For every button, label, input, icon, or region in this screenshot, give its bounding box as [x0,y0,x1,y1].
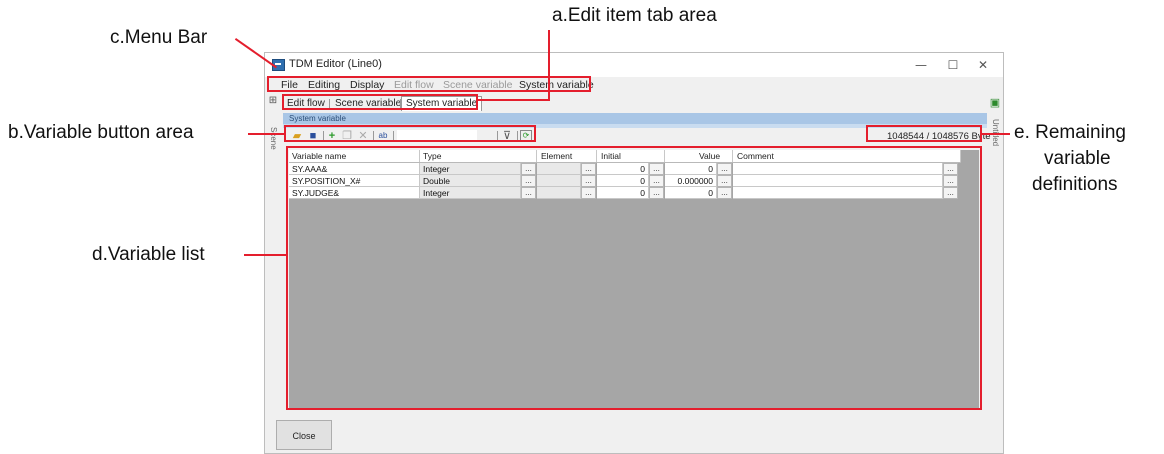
delete-icon[interactable]: ✕ [357,130,369,142]
header-variable-name[interactable]: Variable name [289,150,420,162]
toolbar-divider [517,131,518,141]
variable-list-leader [244,254,286,256]
menu-display[interactable]: Display [350,79,384,91]
header-element[interactable]: Element [537,150,597,162]
variable-toolbar: ▰ ■ + ❐ ✕ ab ⊽ ⟳ 1048544 / 1048576 Byte [283,128,991,144]
scene-side-label[interactable]: Scene [269,127,278,150]
initial-ellipsis-button[interactable]: ... [649,175,664,187]
header-value[interactable]: Value [665,150,733,162]
value-ellipsis-button[interactable]: ... [717,175,732,187]
cell-type[interactable]: Integer [420,163,521,175]
right-side-strip: ▣ Untitled [987,97,1003,397]
tab-scene-variable[interactable]: Scene variable [331,97,405,111]
cell-value[interactable]: 0 [665,163,717,175]
open-folder-icon[interactable]: ▰ [291,130,303,142]
find-replace-icon[interactable]: ab [377,130,389,142]
comment-ellipsis-button[interactable]: ... [943,163,958,175]
value-ellipsis-button[interactable]: ... [717,187,732,199]
title-bar: TDM Editor (Line0) — ☐ ✕ [265,53,1003,77]
comment-ellipsis-button[interactable]: ... [943,187,958,199]
maximize-button[interactable]: ☐ [941,56,965,74]
tab-divider [329,99,330,109]
table-row[interactable]: SY.POSITION_X# Double ... ... 0 ... 0.00… [289,175,961,187]
cell-comment[interactable] [733,175,943,187]
toolbar-divider [323,131,324,141]
type-ellipsis-button[interactable]: ... [521,163,536,175]
cell-type[interactable]: Integer [420,187,521,199]
cell-element[interactable] [537,175,581,187]
remaining-leader [982,133,1010,135]
remaining-bytes: 1048544 / 1048576 Byte [887,131,991,142]
table-row[interactable]: SY.AAA& Integer ... ... 0 ... 0 ... ... [289,163,961,175]
menu-file[interactable]: File [281,79,298,91]
close-button[interactable]: Close [276,420,332,450]
header-comment[interactable]: Comment [733,150,961,162]
refresh-icon[interactable]: ⟳ [520,130,532,142]
comment-ellipsis-button[interactable]: ... [943,175,958,187]
cell-type[interactable]: Double [420,175,521,187]
tdm-editor-window: TDM Editor (Line0) — ☐ ✕ File Editing Di… [264,52,1004,454]
cell-variable-name[interactable]: SY.POSITION_X# [289,175,420,187]
cell-initial[interactable]: 0 [597,163,649,175]
menu-edit-flow[interactable]: Edit flow [394,79,434,91]
menu-editing[interactable]: Editing [308,79,340,91]
cell-initial[interactable]: 0 [597,187,649,199]
search-input[interactable] [397,130,477,142]
initial-ellipsis-button[interactable]: ... [649,163,664,175]
element-ellipsis-button[interactable]: ... [581,163,596,175]
header-initial[interactable]: Initial [597,150,665,162]
tree-icon[interactable]: ⊞ [267,95,279,107]
cell-comment[interactable] [733,187,943,199]
cell-variable-name[interactable]: SY.AAA& [289,163,420,175]
close-window-button[interactable]: ✕ [971,56,995,74]
cell-value[interactable]: 0.000000 [665,175,717,187]
add-icon[interactable]: + [326,130,338,142]
edit-tab-leader-vertical [548,30,550,100]
annotation-variable-button-area: b.Variable button area [8,122,194,143]
annotation-variable-list: d.Variable list [92,244,205,265]
cell-element[interactable] [537,187,581,199]
cell-value[interactable]: 0 [665,187,717,199]
variable-list: Variable name Type Element Initial Value… [289,150,979,408]
tab-edit-flow[interactable]: Edit flow [283,97,329,111]
copy-icon[interactable]: ❐ [341,130,353,142]
menu-system-variable[interactable]: System variable [519,79,594,91]
initial-ellipsis-button[interactable]: ... [649,187,664,199]
table-header: Variable name Type Element Initial Value… [289,150,961,163]
table-row[interactable]: SY.JUDGE& Integer ... ... 0 ... 0 ... ..… [289,187,961,199]
value-ellipsis-button[interactable]: ... [717,163,732,175]
add-window-icon[interactable]: ▣ [989,97,1001,109]
cell-comment[interactable] [733,163,943,175]
edit-tab-leader-horizontal [478,99,550,101]
cell-initial[interactable]: 0 [597,175,649,187]
toolbar-divider [393,131,394,141]
cell-variable-name[interactable]: SY.JUDGE& [289,187,420,199]
header-type[interactable]: Type [420,150,537,162]
filter-icon[interactable]: ⊽ [501,130,513,142]
annotation-remaining-line3: definitions [1032,174,1118,195]
annotation-edit-tab-area: a.Edit item tab area [552,5,717,26]
annotation-remaining-line1: e. Remaining [1014,122,1126,143]
section-title-bar: System variable [283,113,987,124]
type-ellipsis-button[interactable]: ... [521,187,536,199]
button-area-leader [248,133,284,135]
type-ellipsis-button[interactable]: ... [521,175,536,187]
tab-system-variable[interactable]: System variable [401,96,483,111]
toolbar-divider [373,131,374,141]
annotation-menu-bar: c.Menu Bar [110,27,208,48]
minimize-button[interactable]: — [909,56,933,74]
scene-side-strip: ⊞ Scene [265,95,281,397]
toolbar-divider [497,131,498,141]
cell-element[interactable] [537,163,581,175]
save-icon[interactable]: ■ [307,130,319,142]
element-ellipsis-button[interactable]: ... [581,175,596,187]
annotation-remaining-line2: variable [1044,148,1111,169]
element-ellipsis-button[interactable]: ... [581,187,596,199]
window-title: TDM Editor (Line0) [289,58,382,70]
menu-bar: File Editing Display Edit flow Scene var… [265,79,1003,93]
menu-scene-variable[interactable]: Scene variable [443,79,512,91]
